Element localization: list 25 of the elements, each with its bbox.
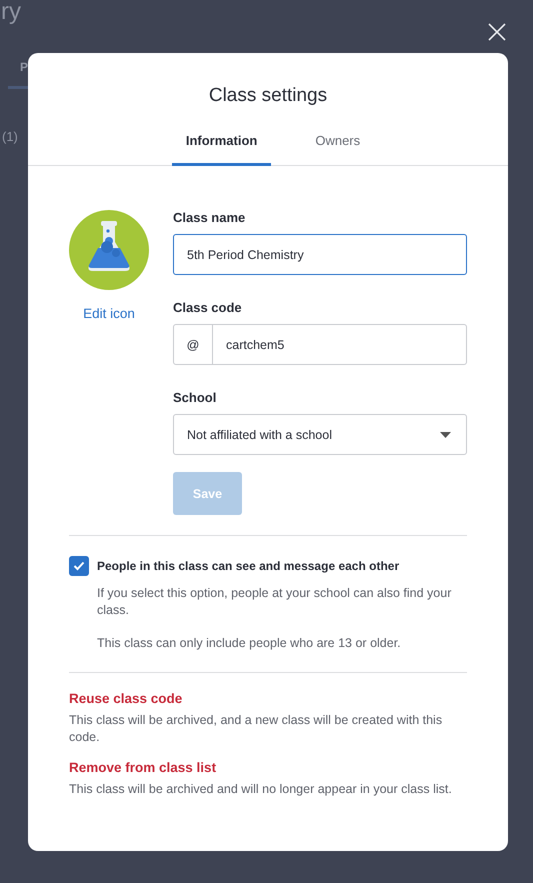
tab[interactable]: Owners xyxy=(301,133,374,166)
help-text: This class can only include people who are 13 or older. xyxy=(97,635,402,652)
action-link[interactable]: Reuse class code xyxy=(69,691,182,706)
action-description: This class will be archived and will no longer appear in your class list. xyxy=(69,781,453,798)
count-label: (1) xyxy=(2,129,18,144)
text-field[interactable]: 5th Period Chemistry xyxy=(173,234,467,275)
help-text: If you select this option, people at your school can also find your class. xyxy=(97,585,452,619)
tab[interactable]: Information xyxy=(172,133,272,166)
field-label: Class code xyxy=(173,300,242,315)
field-label: School xyxy=(173,390,216,405)
checkbox[interactable] xyxy=(69,556,89,576)
checkbox-label: People in this class can see and message each other xyxy=(97,559,400,575)
action-link[interactable]: Remove from class list xyxy=(69,760,216,775)
field-label: Class name xyxy=(173,210,246,225)
text-field[interactable]: @ cartchem5 xyxy=(173,324,467,365)
dropdown[interactable]: Not affiliated with a school xyxy=(173,414,467,455)
caret-icon xyxy=(440,432,451,438)
page-heading: ry xyxy=(1,0,21,27)
edit-icon-link[interactable]: Edit icon xyxy=(83,306,135,321)
page-tab-label: P xyxy=(20,60,28,74)
dialog-title: Class settings xyxy=(208,85,328,107)
flask-icon xyxy=(69,210,149,290)
checkmark-icon xyxy=(73,561,85,571)
action-description: This class will be archived, and a new class will be created with this code. xyxy=(69,712,444,746)
close-icon[interactable] xyxy=(488,23,506,41)
